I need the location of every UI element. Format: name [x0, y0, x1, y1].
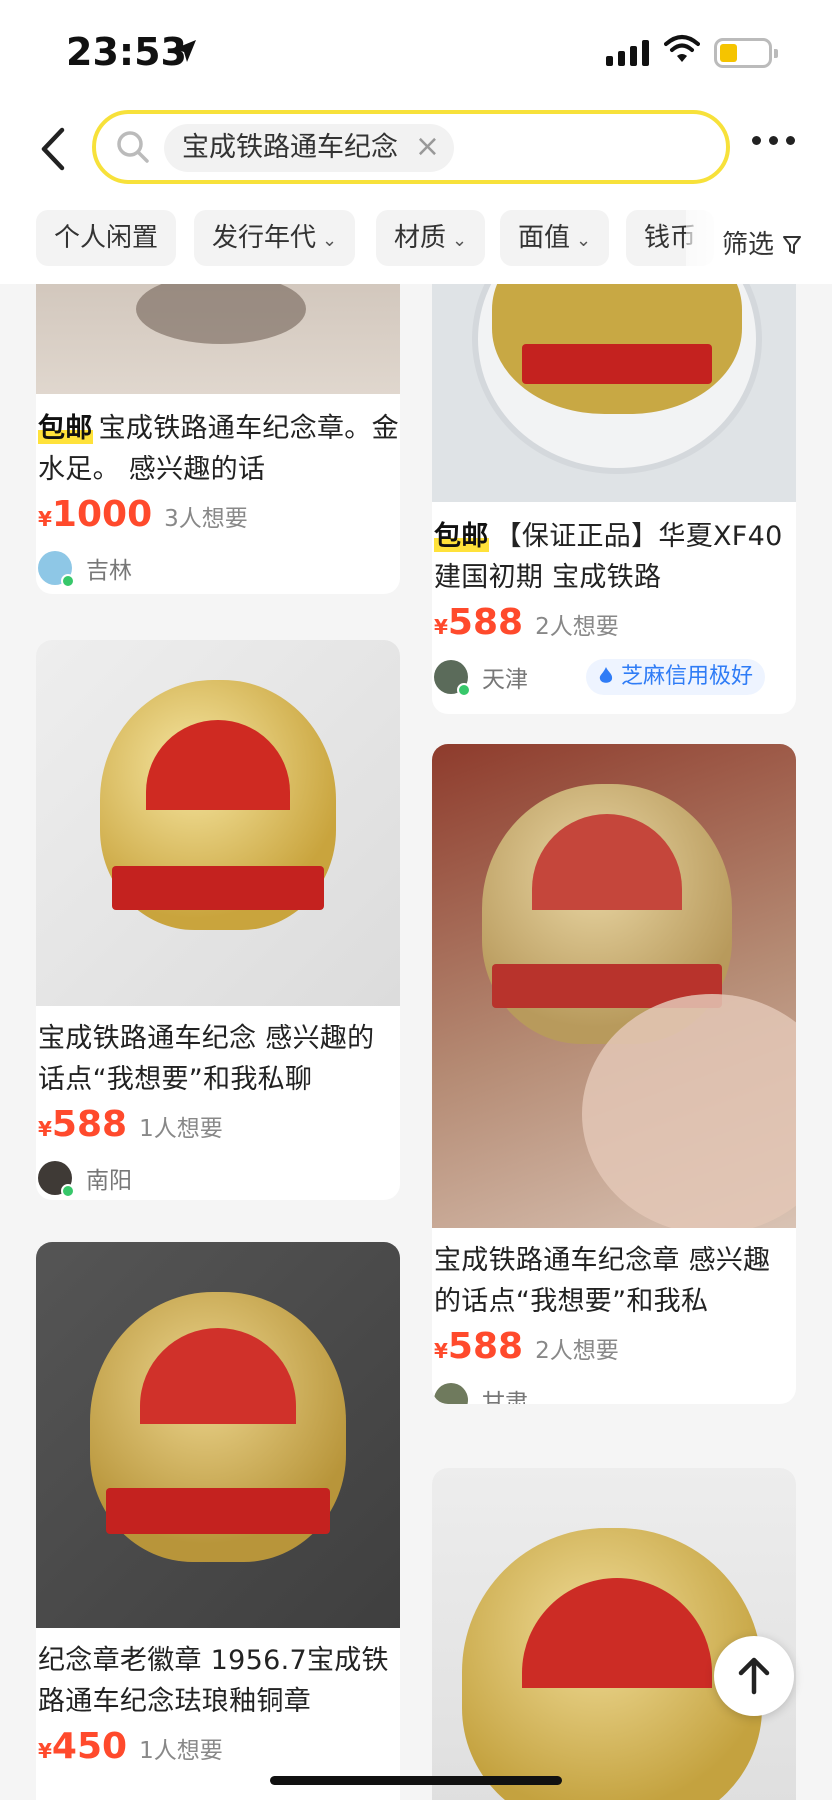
seller-row[interactable]: 南阳 [38, 1161, 132, 1198]
listing-card[interactable] [432, 1468, 796, 1800]
cellular-signal-icon [606, 40, 649, 66]
wifi-icon [664, 35, 700, 62]
back-button[interactable] [34, 126, 74, 172]
free-shipping-tag: 包邮 [434, 521, 489, 552]
search-icon [117, 131, 149, 163]
listing-card[interactable]: 包邮 【保证正品】华夏XF40 建国初期 宝成铁路 ¥ 588 2人想要 天津 芝… [432, 284, 796, 714]
price-row: ¥ 450 1人想要 [38, 1726, 223, 1767]
listing-title: 宝成铁路通车纪念章 感兴趣的话点“我想要”和我私 [434, 1245, 771, 1317]
search-input[interactable]: 宝成铁路通车纪念 × [92, 110, 730, 184]
search-header: 宝成铁路通车纪念 × [0, 108, 832, 188]
price-row: ¥ 588 1人想要 [38, 1104, 223, 1145]
filter-button[interactable]: 筛选 [722, 224, 802, 261]
wants-count: 1人想要 [139, 1738, 223, 1764]
scroll-to-top-button[interactable] [714, 1636, 794, 1716]
arrow-up-icon [738, 1657, 770, 1695]
wants-count: 2人想要 [535, 614, 619, 640]
chevron-down-icon: ⌄ [452, 230, 468, 251]
filter-issue-year[interactable]: 发行年代 ⌄ [194, 210, 356, 266]
wants-count: 2人想要 [535, 1338, 619, 1364]
seller-row[interactable]: 天津 芝麻信用极好 [434, 659, 766, 697]
listing-title: 纪念章老徽章 1956.7宝成铁路通车纪念珐琅釉铜章 [38, 1645, 389, 1717]
filter-label: 个人闲置 [54, 223, 159, 253]
status-bar: 23:53 [0, 0, 832, 108]
product-image[interactable] [36, 284, 400, 394]
seller-location: 甘肃 [482, 1390, 528, 1404]
price: 588 [447, 602, 524, 643]
filter-face-value[interactable]: 面值 ⌄ [500, 210, 610, 266]
home-indicator[interactable] [270, 1776, 562, 1785]
filter-label: 面值 [518, 223, 571, 253]
avatar[interactable] [434, 1383, 468, 1404]
listing-title: 包邮 宝成铁路通车纪念章。金水足。 感兴趣的话 [38, 413, 399, 485]
listing-card[interactable]: 宝成铁路通车纪念 感兴趣的话点“我想要”和我私聊 ¥ 588 1人想要 南阳 [36, 640, 400, 1200]
product-image[interactable] [36, 640, 400, 1006]
status-time: 23:53 [66, 30, 187, 74]
filter-label: 发行年代 [212, 223, 317, 253]
filter-label: 材质 [394, 223, 447, 253]
seller-location: 吉林 [86, 558, 132, 584]
filter-bar: 个人闲置 发行年代 ⌄ 材质 ⌄ 面值 ⌄ 钱币 筛选 [0, 188, 832, 284]
product-image[interactable] [36, 1242, 400, 1628]
product-image[interactable] [432, 284, 796, 502]
price-row: ¥ 1000 3人想要 [38, 494, 248, 535]
filter-personal-idle[interactable]: 个人闲置 [36, 210, 177, 266]
location-arrow-icon [174, 40, 196, 62]
seller-location: 南阳 [86, 1168, 132, 1194]
price-row: ¥ 588 2人想要 [434, 1326, 619, 1367]
seller-row[interactable]: 吉林 [38, 551, 132, 588]
clear-query-icon[interactable]: × [415, 124, 440, 170]
avatar[interactable] [38, 1161, 75, 1198]
seller-location: 天津 [482, 667, 528, 693]
seller-row[interactable]: 甘肃 [434, 1383, 528, 1404]
wants-count: 1人想要 [139, 1116, 223, 1142]
flame-icon [599, 667, 613, 683]
filter-material[interactable]: 材质 ⌄ [376, 210, 486, 266]
chevron-down-icon: ⌄ [322, 230, 338, 251]
price: 588 [447, 1326, 524, 1367]
price: 588 [51, 1104, 128, 1145]
listing-card[interactable]: 宝成铁路通车纪念章 感兴趣的话点“我想要”和我私 ¥ 588 2人想要 甘肃 [432, 744, 796, 1404]
listing-title: 包邮 【保证正品】华夏XF40 建国初期 宝成铁路 [434, 521, 783, 593]
listing-card[interactable]: 纪念章老徽章 1956.7宝成铁路通车纪念珐琅釉铜章 ¥ 450 1人想要 [36, 1242, 400, 1800]
product-image[interactable] [432, 744, 796, 1228]
listing-title: 宝成铁路通车纪念 感兴趣的话点“我想要”和我私聊 [38, 1023, 375, 1095]
price: 1000 [51, 494, 153, 535]
filter-button-label: 筛选 [722, 230, 775, 260]
credit-badge: 芝麻信用极好 [586, 659, 766, 695]
avatar[interactable] [434, 660, 471, 697]
funnel-icon [783, 236, 802, 254]
price-row: ¥ 588 2人想要 [434, 602, 619, 643]
free-shipping-tag: 包邮 [38, 413, 93, 444]
price: 450 [51, 1726, 128, 1767]
battery-icon [714, 38, 778, 68]
avatar[interactable] [38, 551, 75, 588]
search-query-text: 宝成铁路通车纪念 [182, 132, 398, 163]
results-feed[interactable]: 包邮 宝成铁路通车纪念章。金水足。 感兴趣的话 ¥ 1000 3人想要 吉林 包邮… [0, 284, 832, 1800]
wants-count: 3人想要 [164, 506, 248, 532]
search-query-chip[interactable]: 宝成铁路通车纪念 × [164, 124, 454, 172]
more-options-button[interactable] [752, 136, 795, 145]
product-image[interactable] [432, 1468, 796, 1800]
chevron-down-icon: ⌄ [576, 230, 592, 251]
listing-card[interactable]: 包邮 宝成铁路通车纪念章。金水足。 感兴趣的话 ¥ 1000 3人想要 吉林 [36, 284, 400, 594]
